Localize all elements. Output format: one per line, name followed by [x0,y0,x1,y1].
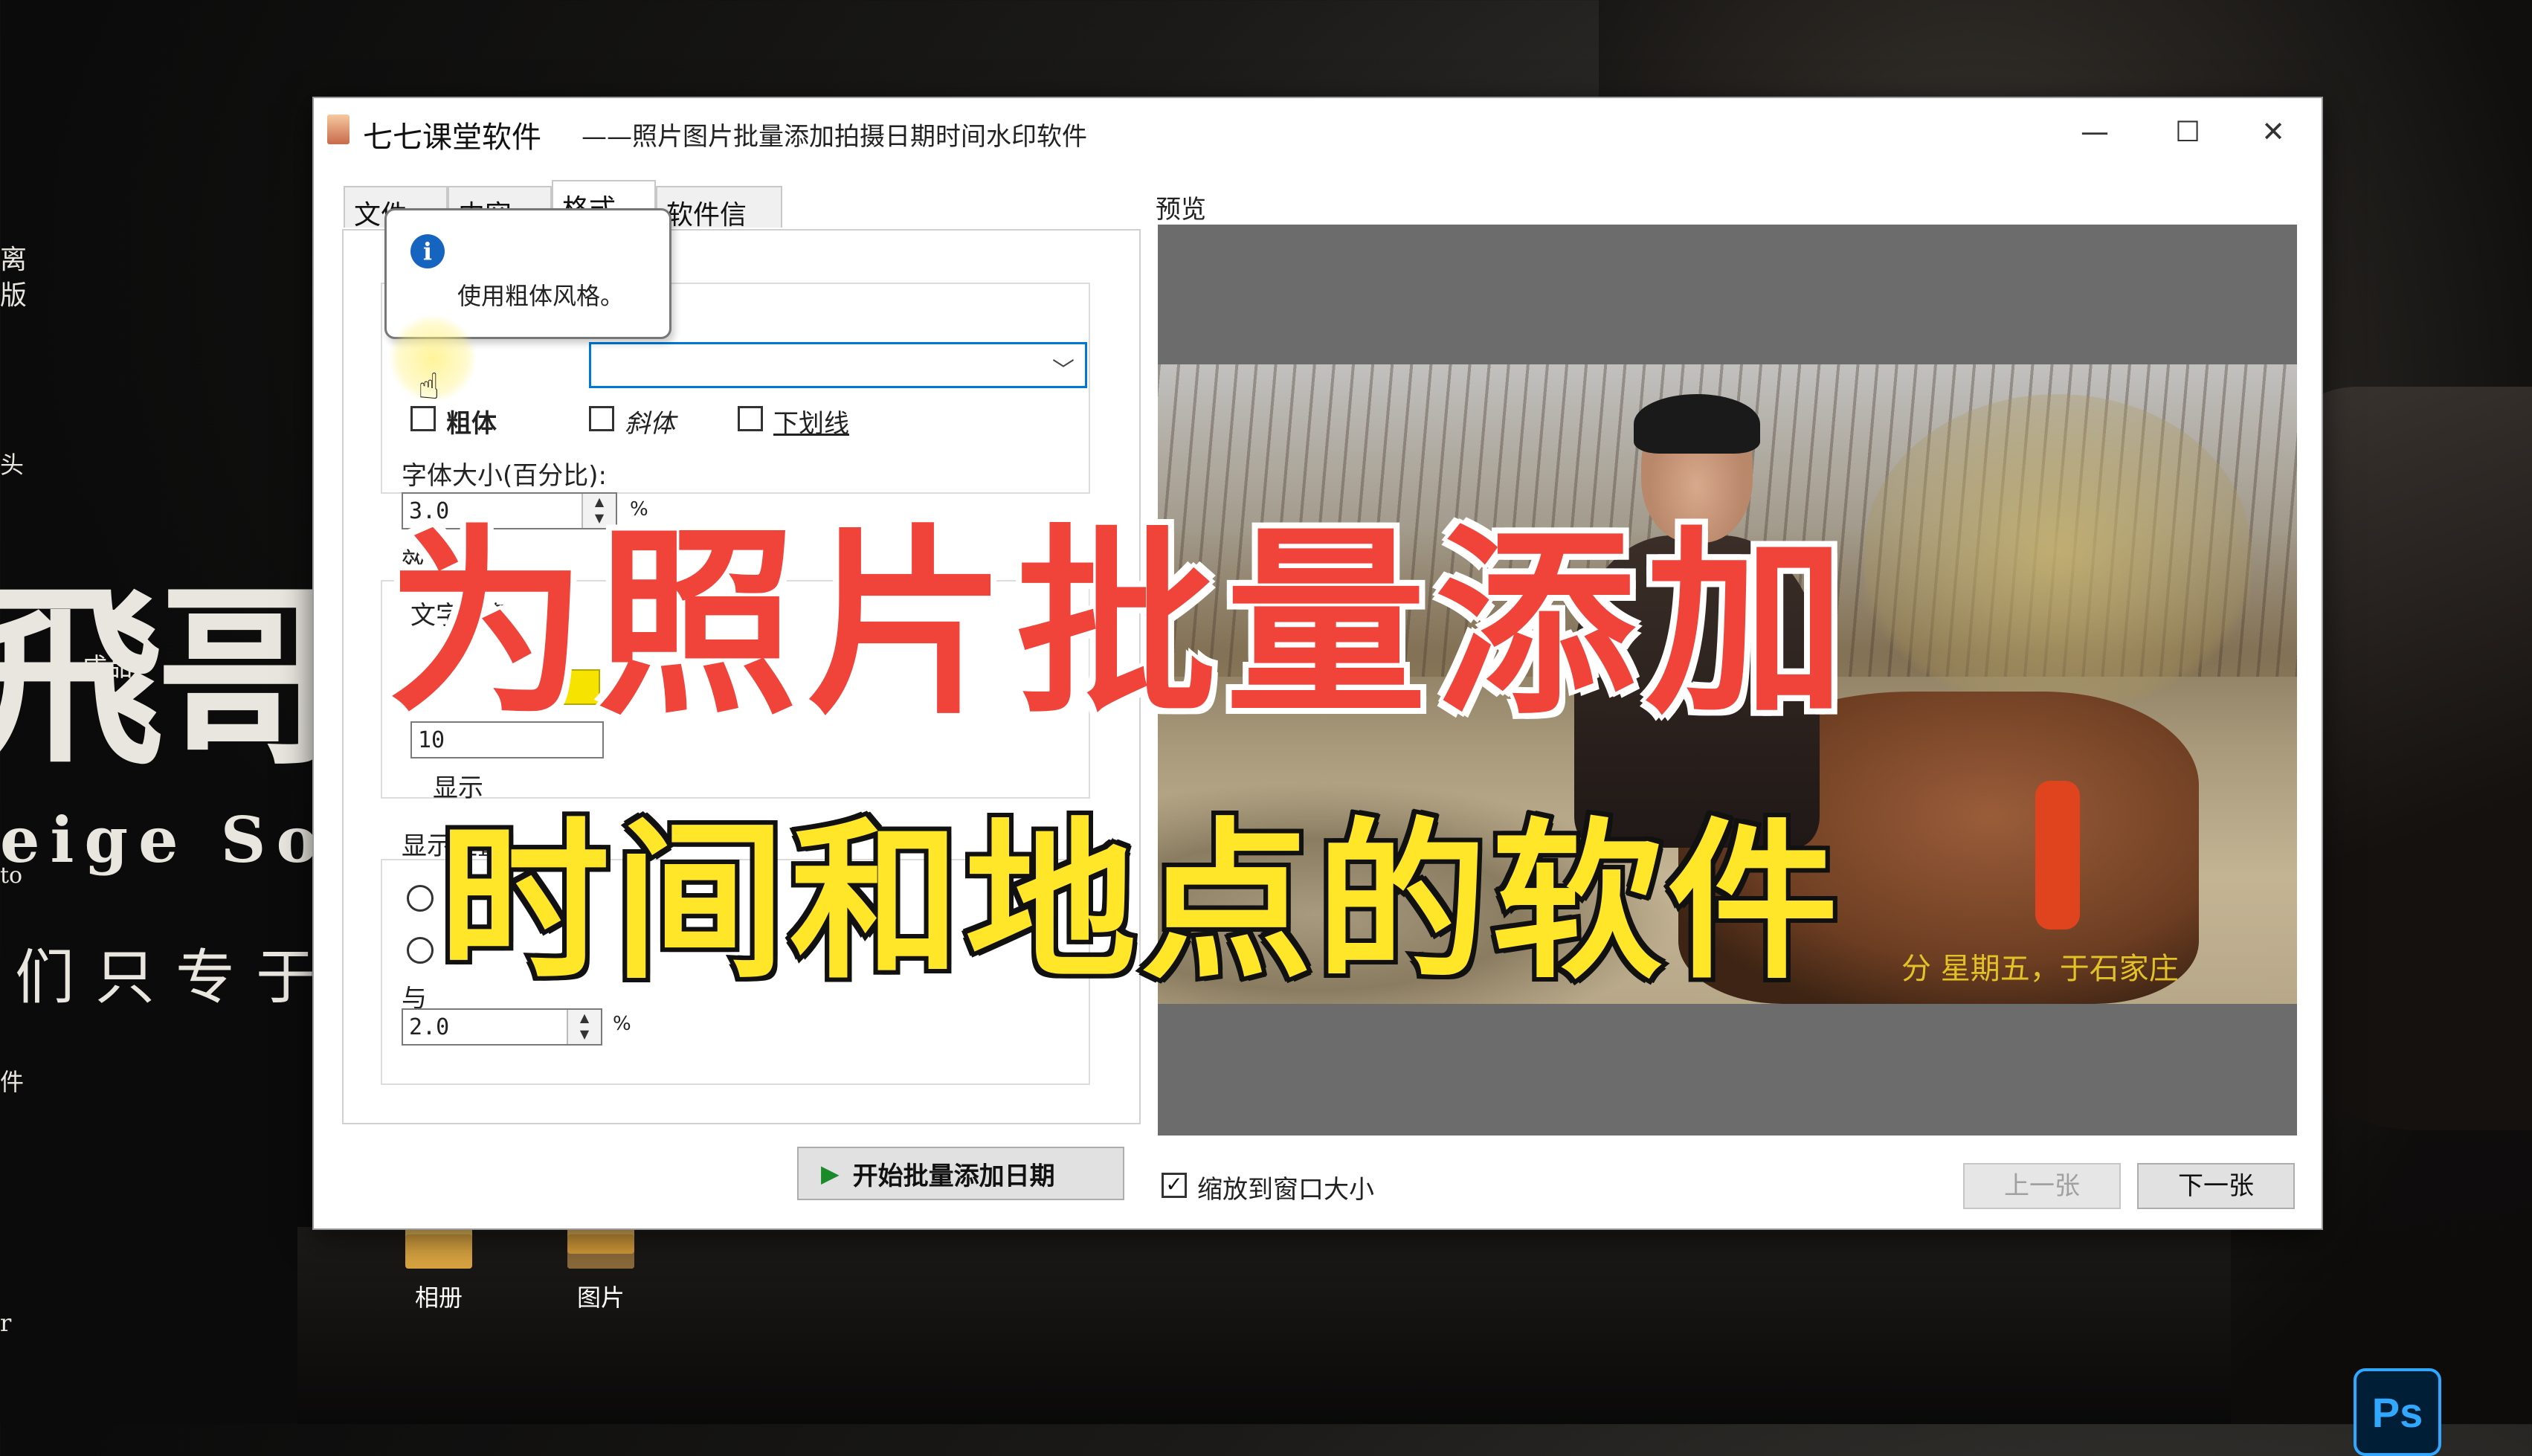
desktop-icon-pictures-label: 图片 [576,1283,625,1312]
photoshop-icon[interactable]: Ps [2354,1368,2441,1456]
edge-spinner[interactable]: 2.0 ▲ ▼ [402,1008,602,1046]
brand-en-small: to [0,863,23,889]
chevron-down-icon: ﹀ [1052,358,1075,384]
window-subtitle: ——照片图片批量添加拍摄日期时间水印软件 [582,122,1087,152]
brand-slogan: 们只专于 [15,943,336,1012]
desktop-text-misc3: 头 [0,451,25,479]
photo-boy-hair [1634,394,1760,454]
desktop-text-line2: 版 [0,280,28,311]
hand-cursor-icon: ☝ [418,366,440,408]
edge-unit: % [613,1013,631,1035]
previous-button[interactable]: 上一张 [1963,1163,2121,1209]
minimize-icon: — [2081,115,2109,148]
position-radio-1[interactable] [407,885,434,912]
photo-bridle [2035,781,2080,930]
font-size-label: 字体大小(百分比): [402,461,607,491]
underline-checkbox[interactable] [738,406,763,431]
tab-software-info[interactable]: 软件信息 [656,186,782,269]
bold-label: 粗体 [446,409,497,439]
zoom-to-window-label: 缩放到窗口大小 [1197,1175,1374,1205]
next-button[interactable]: 下一张 [2137,1163,2295,1209]
overlay-title: 为照片批量添加 [383,507,1855,741]
bold-checkbox[interactable] [410,406,436,431]
start-batch-button[interactable]: ▶ 开始批量添加日期 [797,1147,1124,1200]
photo-willow [1864,394,2251,706]
minimize-button[interactable]: — [2054,107,2136,156]
desktop-text-misc2: r [0,1309,12,1337]
info-icon: i [410,234,445,268]
italic-checkbox[interactable] [589,406,614,431]
play-icon: ▶ [821,1159,840,1188]
italic-label: 斜体 [625,409,675,439]
tooltip-text: 使用粗体风格。 [457,282,625,310]
brand-logo-cn: 飛哥 [0,564,349,791]
close-icon: ✕ [2261,115,2285,148]
zoom-to-window-checkbox[interactable]: ✓ [1162,1173,1187,1198]
underline-label: 下划线 [773,409,849,439]
position-radio-2[interactable] [407,937,434,964]
brand-small-text: 成品 [82,653,132,683]
maximize-button[interactable]: ☐ [2147,107,2229,156]
photo-watermark-text: 分 星期五，于石家庄 [1901,952,2179,986]
preview-label: 预览 [1156,195,1206,225]
desktop-icon-album-label: 相册 [414,1283,463,1312]
font-select[interactable]: ﹀ [589,342,1087,388]
maximize-icon: ☐ [2174,115,2201,148]
folder-icon [405,1227,472,1269]
overlay-subtitle: 时间和地点的软件 [434,802,1843,1005]
spinner-arrows-icon[interactable]: ▲ ▼ [567,1010,601,1044]
title-bar[interactable]: 七七课堂软件 ——照片图片批量添加拍摄日期时间水印软件 — ☐ ✕ [314,98,2322,165]
window-title: 七七课堂软件 [363,120,541,155]
close-button[interactable]: ✕ [2232,107,2314,156]
desktop-icon-album[interactable]: 相册 [379,1227,498,1313]
picture-folder-icon [567,1227,634,1269]
desktop-text-misc1: 件 [0,1068,25,1096]
desktop-text-line1: 离 [0,245,28,275]
desktop-icon-pictures[interactable]: 图片 [541,1227,660,1313]
display-label: 显示 [433,773,483,803]
brand-logo-en: eige So [0,803,329,877]
app-icon [327,115,349,144]
